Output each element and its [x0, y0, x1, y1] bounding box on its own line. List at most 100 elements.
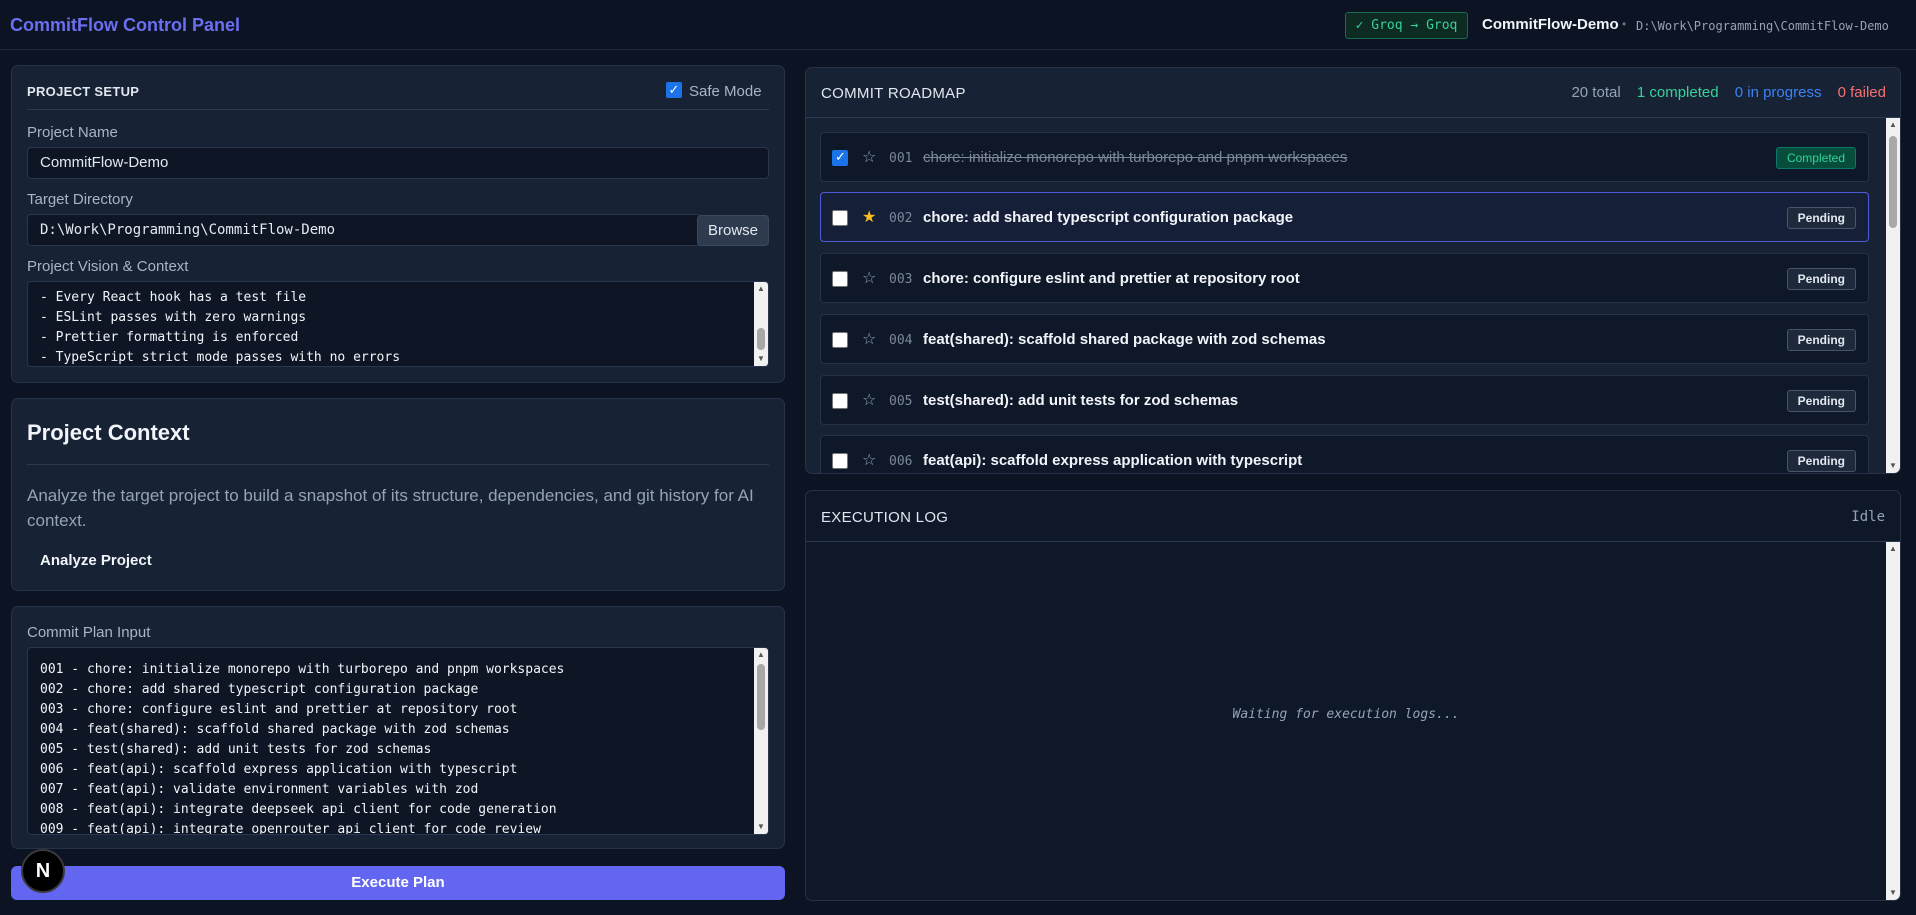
commit-message: feat(shared): scaffold shared package wi…: [923, 331, 1326, 348]
header-project-path: D:\Work\Programming\CommitFlow-Demo: [1636, 19, 1889, 33]
safe-mode-label: Safe Mode: [689, 83, 762, 100]
target-directory-label: Target Directory: [27, 191, 133, 208]
row-checkbox[interactable]: [832, 149, 848, 166]
commit-number: 004: [889, 333, 913, 348]
status-badge: Pending: [1786, 329, 1856, 351]
in-progress-count: 0 in progress: [1734, 84, 1822, 101]
log-placeholder: Waiting for execution logs...: [1232, 707, 1460, 722]
star-icon[interactable]: ☆: [862, 268, 876, 288]
execute-plan-button[interactable]: Execute Plan: [11, 866, 785, 900]
commit-message: chore: configure eslint and prettier at …: [923, 270, 1300, 287]
total-count: 20 total: [1571, 84, 1621, 101]
star-icon[interactable]: ☆: [862, 390, 876, 410]
divider: [806, 541, 1900, 542]
execution-log-title: EXECUTION LOG: [821, 509, 949, 526]
execution-log-panel: EXECUTION LOG Idle Waiting for execution…: [805, 490, 1901, 901]
scroll-down-icon[interactable]: ▼: [1886, 886, 1900, 900]
roadmap-scrollbar[interactable]: ▲ ▼: [1886, 118, 1900, 473]
plan-scrollbar[interactable]: ▲ ▼: [754, 648, 768, 834]
commit-number: 003: [889, 272, 913, 287]
app-title: CommitFlow Control Panel: [10, 15, 241, 35]
completed-count: 1 completed: [1636, 84, 1719, 101]
vision-textarea[interactable]: - Every React hook has a test file - ESL…: [27, 281, 769, 367]
commit-number: 005: [889, 394, 913, 409]
scroll-down-icon[interactable]: ▼: [1886, 459, 1900, 473]
scroll-up-icon[interactable]: ▲: [754, 282, 768, 296]
scroll-up-icon[interactable]: ▲: [754, 648, 768, 662]
roadmap-row[interactable]: ☆ 003 chore: configure eslint and pretti…: [820, 253, 1869, 303]
project-setup-panel: PROJECT SETUP ✓ Safe Mode Project Name C…: [11, 65, 785, 383]
nextjs-devtools-icon[interactable]: N: [21, 849, 65, 893]
vision-line: - TypeScript strict mode passes with no …: [40, 350, 401, 365]
safe-mode-checkbox[interactable]: ✓: [666, 82, 682, 98]
roadmap-row[interactable]: ☆ 005 test(shared): add unit tests for z…: [820, 375, 1869, 425]
plan-line: 004 - feat(shared): scaffold shared pack…: [40, 722, 510, 737]
plan-line: 008 - feat(api): integrate deepseek api …: [40, 802, 557, 817]
target-directory-input[interactable]: D:\Work\Programming\CommitFlow-Demo: [27, 214, 701, 246]
star-filled-icon[interactable]: ★: [862, 207, 876, 227]
failed-count: 0 failed: [1837, 84, 1886, 101]
commit-number: 002: [889, 211, 913, 226]
status-badge: Completed: [1775, 147, 1856, 169]
row-checkbox[interactable]: [832, 332, 848, 348]
commit-message: test(shared): add unit tests for zod sch…: [923, 392, 1239, 409]
roadmap-row[interactable]: ☆ 004 feat(shared): scaffold shared pack…: [820, 314, 1869, 364]
vision-label: Project Vision & Context: [27, 258, 189, 275]
header-project-name: CommitFlow-Demo: [1482, 16, 1619, 33]
provider-badge[interactable]: ✓ Groq → Groq: [1345, 12, 1468, 39]
row-checkbox[interactable]: [832, 393, 848, 409]
commit-message: feat(api): scaffold express application …: [923, 452, 1303, 469]
commit-plan-textarea[interactable]: 001 - chore: initialize monorepo with tu…: [27, 647, 769, 835]
star-icon[interactable]: ☆: [862, 329, 876, 349]
header-separator: •: [1622, 17, 1627, 31]
status-badge: Pending: [1786, 390, 1856, 412]
commit-message: chore: add shared typescript configurati…: [923, 209, 1294, 226]
scroll-thumb[interactable]: [1889, 136, 1897, 228]
row-checkbox[interactable]: [832, 210, 848, 226]
roadmap-row[interactable]: ☆ 001 chore: initialize monorepo with tu…: [820, 132, 1869, 182]
project-context-description: Analyze the target project to build a sn…: [27, 486, 754, 530]
top-bar: CommitFlow Control Panel ✓ Groq → Groq C…: [0, 0, 1916, 50]
vision-line: - Prettier formatting is enforced: [40, 330, 299, 345]
plan-line: 006 - feat(api): scaffold express applic…: [40, 762, 518, 777]
commit-message: chore: initialize monorepo with turborep…: [923, 149, 1348, 166]
status-badge: Pending: [1786, 207, 1856, 229]
project-context-panel: Project Context Analyze the target proje…: [11, 398, 785, 591]
scroll-thumb[interactable]: [757, 328, 765, 350]
plan-line: 002 - chore: add shared typescript confi…: [40, 682, 479, 697]
star-icon[interactable]: ☆: [862, 147, 876, 167]
browse-button[interactable]: Browse: [697, 215, 769, 246]
star-icon[interactable]: ☆: [862, 450, 876, 470]
scroll-up-icon[interactable]: ▲: [1886, 542, 1900, 556]
row-checkbox[interactable]: [832, 271, 848, 287]
scroll-down-icon[interactable]: ▼: [754, 352, 768, 366]
scroll-thumb[interactable]: [757, 664, 765, 730]
log-scrollbar[interactable]: ▲ ▼: [1886, 542, 1900, 900]
commit-number: 001: [889, 151, 913, 166]
roadmap-row[interactable]: ☆ 006 feat(api): scaffold express applic…: [820, 435, 1869, 473]
scroll-down-icon[interactable]: ▼: [754, 820, 768, 834]
commit-roadmap-title: COMMIT ROADMAP: [821, 85, 966, 102]
row-checkbox[interactable]: [832, 453, 848, 469]
commit-plan-label: Commit Plan Input: [27, 624, 151, 641]
project-name-label: Project Name: [27, 124, 118, 141]
commit-number: 006: [889, 454, 913, 469]
project-setup-title: PROJECT SETUP: [27, 84, 140, 99]
plan-line: 009 - feat(api): integrate openrouter ap…: [40, 822, 541, 835]
project-name-input[interactable]: CommitFlow-Demo: [27, 147, 769, 179]
divider: [27, 464, 769, 465]
status-badge: Pending: [1786, 450, 1856, 472]
divider: [27, 109, 769, 110]
plan-line: 007 - feat(api): validate environment va…: [40, 782, 479, 797]
vision-scrollbar[interactable]: ▲ ▼: [754, 282, 768, 366]
vision-line: - Every React hook has a test file: [40, 290, 307, 305]
roadmap-row[interactable]: ★ 002 chore: add shared typescript confi…: [820, 192, 1869, 242]
vision-line: - ESLint passes with zero warnings: [40, 310, 307, 325]
analyze-project-button[interactable]: Analyze Project: [40, 552, 152, 569]
project-context-title: Project Context: [27, 420, 190, 445]
status-badge: Pending: [1786, 268, 1856, 290]
scroll-up-icon[interactable]: ▲: [1886, 118, 1900, 132]
plan-line: 005 - test(shared): add unit tests for z…: [40, 742, 432, 757]
divider: [806, 117, 1900, 118]
execution-status: Idle: [1851, 509, 1885, 525]
